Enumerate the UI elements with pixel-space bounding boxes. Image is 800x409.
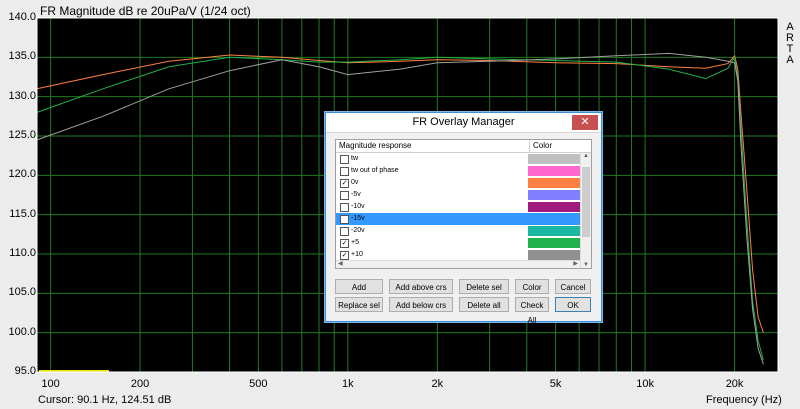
row-checkbox[interactable] (340, 155, 349, 164)
scroll-left-icon[interactable]: ◀ (338, 260, 343, 267)
list-item[interactable]: tw (336, 153, 591, 165)
y-tick-label: 125.0 (8, 129, 36, 141)
replace-selected-button[interactable]: Replace sel (335, 297, 383, 312)
color-swatch[interactable] (528, 250, 580, 260)
list-item[interactable]: -15v (336, 213, 591, 225)
row-checkbox[interactable] (340, 227, 349, 236)
list-header: Magnitude response Color (336, 140, 591, 153)
dialog-titlebar[interactable]: FR Overlay Manager ✕ (326, 113, 601, 133)
delete-selected-button[interactable]: Delete sel (459, 279, 509, 294)
list-item[interactable]: -5v (336, 189, 591, 201)
overlay-rows: tw tw out of phase ✓ 0v -5v -10v -15v -20v ✓ +5 ✓ +… (336, 153, 591, 261)
y-tick-label: 115.0 (9, 207, 36, 220)
color-swatch[interactable] (528, 178, 580, 188)
fr-overlay-manager-dialog[interactable]: FR Overlay Manager ✕ Magnitude response … (325, 112, 602, 325)
horizontal-scrollbar[interactable]: ◀ ▶ (336, 260, 580, 268)
x-axis-label: Frequency (Hz) (706, 394, 782, 406)
add-below-cursor-button[interactable]: Add below crs (389, 297, 453, 312)
row-label: -15v (351, 215, 365, 222)
color-swatch[interactable] (528, 202, 580, 212)
row-checkbox[interactable]: ✓ (340, 239, 349, 248)
x-tick-label: 200 (130, 378, 150, 390)
row-checkbox[interactable] (340, 191, 349, 200)
row-checkbox[interactable] (340, 167, 349, 176)
delete-all-button[interactable]: Delete all (459, 297, 509, 312)
check-all-button[interactable]: Check All (515, 297, 549, 325)
color-swatch[interactable] (528, 190, 580, 200)
y-tick-label: 130.0 (8, 89, 36, 102)
list-item[interactable]: -10v (336, 201, 591, 213)
color-swatch[interactable] (528, 166, 580, 176)
add-above-cursor-button[interactable]: Add above crs (389, 279, 453, 294)
y-tick-label: 95.0 (14, 365, 36, 377)
row-label: -10v (351, 203, 365, 210)
x-tick-label: 100 (41, 378, 60, 390)
scroll-up-icon[interactable]: ▲ (581, 153, 591, 159)
x-tick-label: 5k (549, 378, 562, 390)
row-label: 0v (351, 179, 359, 186)
row-label: tw out of phase (351, 167, 399, 174)
row-label: +5 (351, 239, 359, 246)
row-checkbox[interactable]: ✓ (340, 251, 349, 260)
row-checkbox[interactable] (340, 215, 349, 224)
add-button[interactable]: Add (335, 279, 383, 294)
x-tick-label: 20k (725, 378, 744, 390)
dialog-title: FR Overlay Manager (412, 116, 515, 128)
x-tick-label: 500 (249, 378, 268, 390)
x-tick-label: 10k (636, 378, 654, 390)
color-swatch[interactable] (528, 226, 580, 236)
cancel-button[interactable]: Cancel (555, 279, 591, 294)
x-tick-label: 1k (342, 378, 354, 390)
scroll-thumb[interactable] (582, 167, 590, 237)
overlay-list[interactable]: Magnitude response Color tw tw out of pha… (335, 139, 592, 269)
arta-vertical-label: A R T A (785, 22, 795, 66)
row-label: -5v (351, 191, 361, 198)
column-header-color[interactable]: Color (529, 140, 552, 152)
ok-button[interactable]: OK (555, 297, 591, 312)
y-tick-label: 110.0 (9, 247, 36, 259)
list-item[interactable]: tw out of phase (336, 165, 591, 177)
color-swatch[interactable] (528, 154, 580, 164)
list-item[interactable]: ✓ +5 (336, 237, 591, 249)
y-tick-label: 120.0 (8, 168, 36, 181)
color-swatch[interactable] (528, 214, 580, 224)
row-checkbox[interactable]: ✓ (340, 179, 349, 188)
color-button[interactable]: Color (515, 279, 549, 294)
y-tick-label: 100.0 (8, 325, 36, 338)
y-tick-label: 140.0 (8, 11, 36, 23)
row-label: tw (351, 155, 358, 162)
scroll-down-icon[interactable]: ▼ (581, 262, 591, 268)
vertical-scrollbar[interactable]: ▲ ▼ (580, 153, 591, 268)
column-header-magnitude[interactable]: Magnitude response (339, 140, 412, 152)
y-tick-label: 105.0 (8, 286, 36, 299)
row-checkbox[interactable] (340, 203, 349, 212)
close-icon[interactable]: ✕ (572, 115, 598, 130)
arta-letter: A (786, 54, 794, 66)
color-swatch[interactable] (528, 238, 580, 248)
list-item[interactable]: -20v (336, 225, 591, 237)
list-item[interactable]: ✓ 0v (336, 177, 591, 189)
y-tick-label: 135.0 (8, 50, 36, 63)
graph-title: FR Magnitude dB re 20uPa/V (1/24 oct) (40, 4, 251, 18)
row-label: -20v (351, 227, 365, 234)
scroll-right-icon[interactable]: ▶ (573, 260, 578, 267)
x-tick-label: 2k (431, 378, 444, 390)
cursor-readout: Cursor: 90.1 Hz, 124.51 dB (38, 394, 172, 406)
